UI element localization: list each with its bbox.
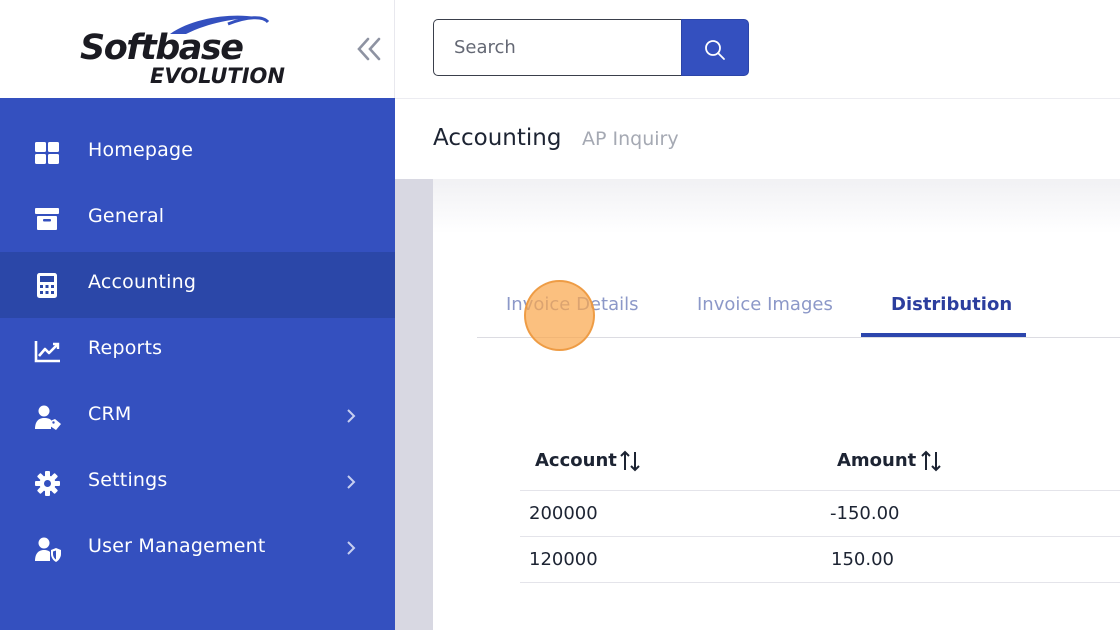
tab-distribution[interactable]: Distribution — [891, 294, 1012, 315]
table-cell-account: 120000 — [529, 549, 598, 570]
table-cell-amount: -150.00 — [830, 503, 900, 524]
table-row-divider — [520, 582, 1120, 583]
table-row-divider — [520, 490, 1120, 491]
logo-area: Softbase EVOLUTION — [0, 0, 395, 98]
chevron-right-icon — [347, 541, 356, 555]
user-tag-icon — [35, 405, 61, 430]
sidebar-item-user-management[interactable]: User Management — [0, 516, 395, 582]
sidebar-item-settings[interactable]: Settings — [0, 450, 395, 516]
sidebar-item-crm[interactable]: CRM — [0, 384, 395, 450]
chart-line-icon — [34, 341, 60, 363]
column-header-amount[interactable]: Amount — [837, 450, 916, 471]
double-chevron-left-icon — [357, 37, 381, 61]
sidebar: Softbase EVOLUTION Homepage General Acco… — [0, 0, 395, 630]
sidebar-item-label: Accounting — [88, 271, 197, 293]
page-title: Accounting — [433, 125, 562, 151]
logo-text-softbase: Softbase — [80, 28, 244, 68]
table-row-divider — [520, 536, 1120, 537]
content-gutter — [395, 179, 433, 630]
click-marker — [524, 280, 595, 351]
sidebar-nav: Homepage General Accounting Reports CRM … — [0, 120, 395, 582]
table-cell-amount: 150.00 — [831, 549, 894, 570]
search-button[interactable] — [681, 19, 749, 76]
sidebar-item-accounting[interactable]: Accounting — [0, 252, 395, 318]
column-header-account[interactable]: Account — [535, 450, 617, 471]
breadcrumb-sub[interactable]: AP Inquiry — [582, 128, 679, 150]
sidebar-item-general[interactable]: General — [0, 186, 395, 252]
sidebar-item-label: General — [88, 205, 165, 227]
collapse-sidebar-button[interactable] — [352, 33, 386, 65]
top-bar — [395, 0, 1120, 99]
sidebar-item-label: Settings — [88, 469, 168, 491]
calculator-icon — [37, 273, 57, 298]
table-cell-account: 200000 — [529, 503, 598, 524]
chevron-right-icon — [347, 475, 356, 489]
breadcrumb: Accounting AP Inquiry — [395, 99, 1120, 179]
sort-icon[interactable] — [619, 449, 641, 473]
sidebar-item-label: User Management — [88, 535, 266, 557]
search-input[interactable] — [433, 19, 683, 76]
chevron-right-icon — [347, 409, 356, 423]
sidebar-item-label: CRM — [88, 403, 132, 425]
sidebar-item-homepage[interactable]: Homepage — [0, 120, 395, 186]
sort-icon[interactable] — [920, 449, 942, 473]
active-tab-indicator — [861, 333, 1026, 337]
archive-icon — [35, 208, 59, 230]
sidebar-item-label: Reports — [88, 337, 163, 359]
grid-icon — [35, 142, 59, 164]
tab-invoice-images[interactable]: Invoice Images — [697, 294, 833, 315]
user-shield-icon — [35, 537, 61, 562]
logo[interactable]: Softbase EVOLUTION — [78, 12, 308, 92]
sidebar-item-label: Homepage — [88, 139, 194, 161]
search-icon — [705, 40, 725, 60]
gear-icon — [35, 471, 60, 496]
logo-text-evolution: EVOLUTION — [150, 64, 285, 88]
sidebar-item-reports[interactable]: Reports — [0, 318, 395, 384]
